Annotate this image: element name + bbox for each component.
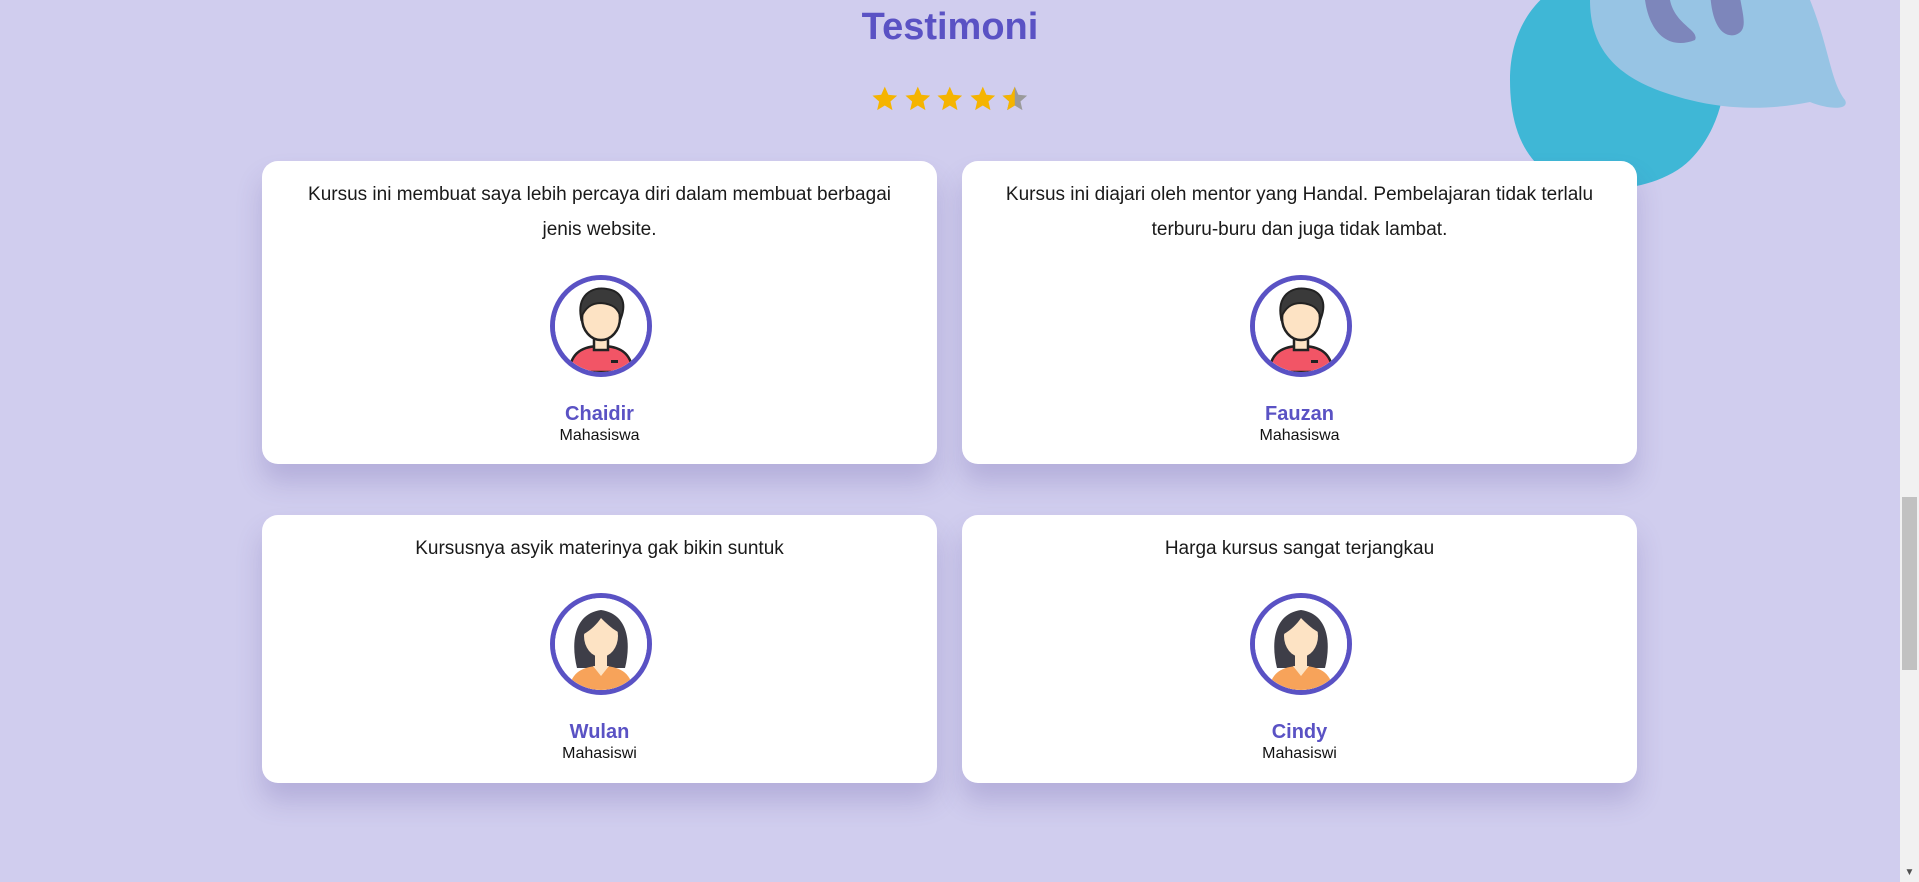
avatar [1250,275,1352,377]
page-scrollbar[interactable]: ▼ [1900,0,1919,882]
rating-stars [870,84,1030,116]
testimonial-name: Chaidir [565,403,634,425]
star-icon [937,86,963,111]
testimonial-quote: Kursus ini membuat saya lebih percaya di… [308,184,891,240]
testimonial-card: Kursus ini membuat saya lebih percaya di… [262,161,937,464]
section-title: Testimoni [861,6,1039,48]
testimonial-role: Mahasiswi [1262,745,1337,762]
avatar [1250,593,1352,695]
testimonial-card: Kursusnya asyik materinya gak bikin sunt… [262,515,937,783]
star-icon [872,86,898,111]
testimonial-card: Harga kursus sangat terjangkau Cindy Mah… [962,515,1637,783]
testimonial-quote: Harga kursus sangat terjangkau [1164,538,1435,559]
female-avatar-icon [1255,598,1347,690]
female-avatar-icon [555,598,647,690]
avatar [550,593,652,695]
testimonial-name: Fauzan [1265,403,1334,425]
star-half-icon [1002,86,1028,111]
testimonial-role: Mahasiswi [562,745,637,762]
male-avatar-icon [1255,280,1347,372]
testimonial-section: Testimoni Kursus ini membuat saya lebih … [0,0,1900,882]
star-icon [970,86,995,111]
testimonial-name: Cindy [1271,721,1328,743]
testimonial-quote: Kursusnya asyik materinya gak bikin sunt… [415,538,784,559]
testimonial-role: Mahasiswa [1259,427,1340,444]
avatar [550,275,652,377]
testimonial-quote: Kursus ini diajari oleh mentor yang Hand… [1005,184,1594,240]
chevron-down-icon[interactable]: ▼ [1900,866,1919,880]
star-icon [905,86,930,111]
testimonial-role: Mahasiswa [559,427,640,444]
male-avatar-icon [555,280,647,372]
testimonial-card: Kursus ini diajari oleh mentor yang Hand… [962,161,1637,464]
testimonial-name: Wulan [569,721,630,743]
scrollbar-thumb[interactable] [1902,497,1917,670]
